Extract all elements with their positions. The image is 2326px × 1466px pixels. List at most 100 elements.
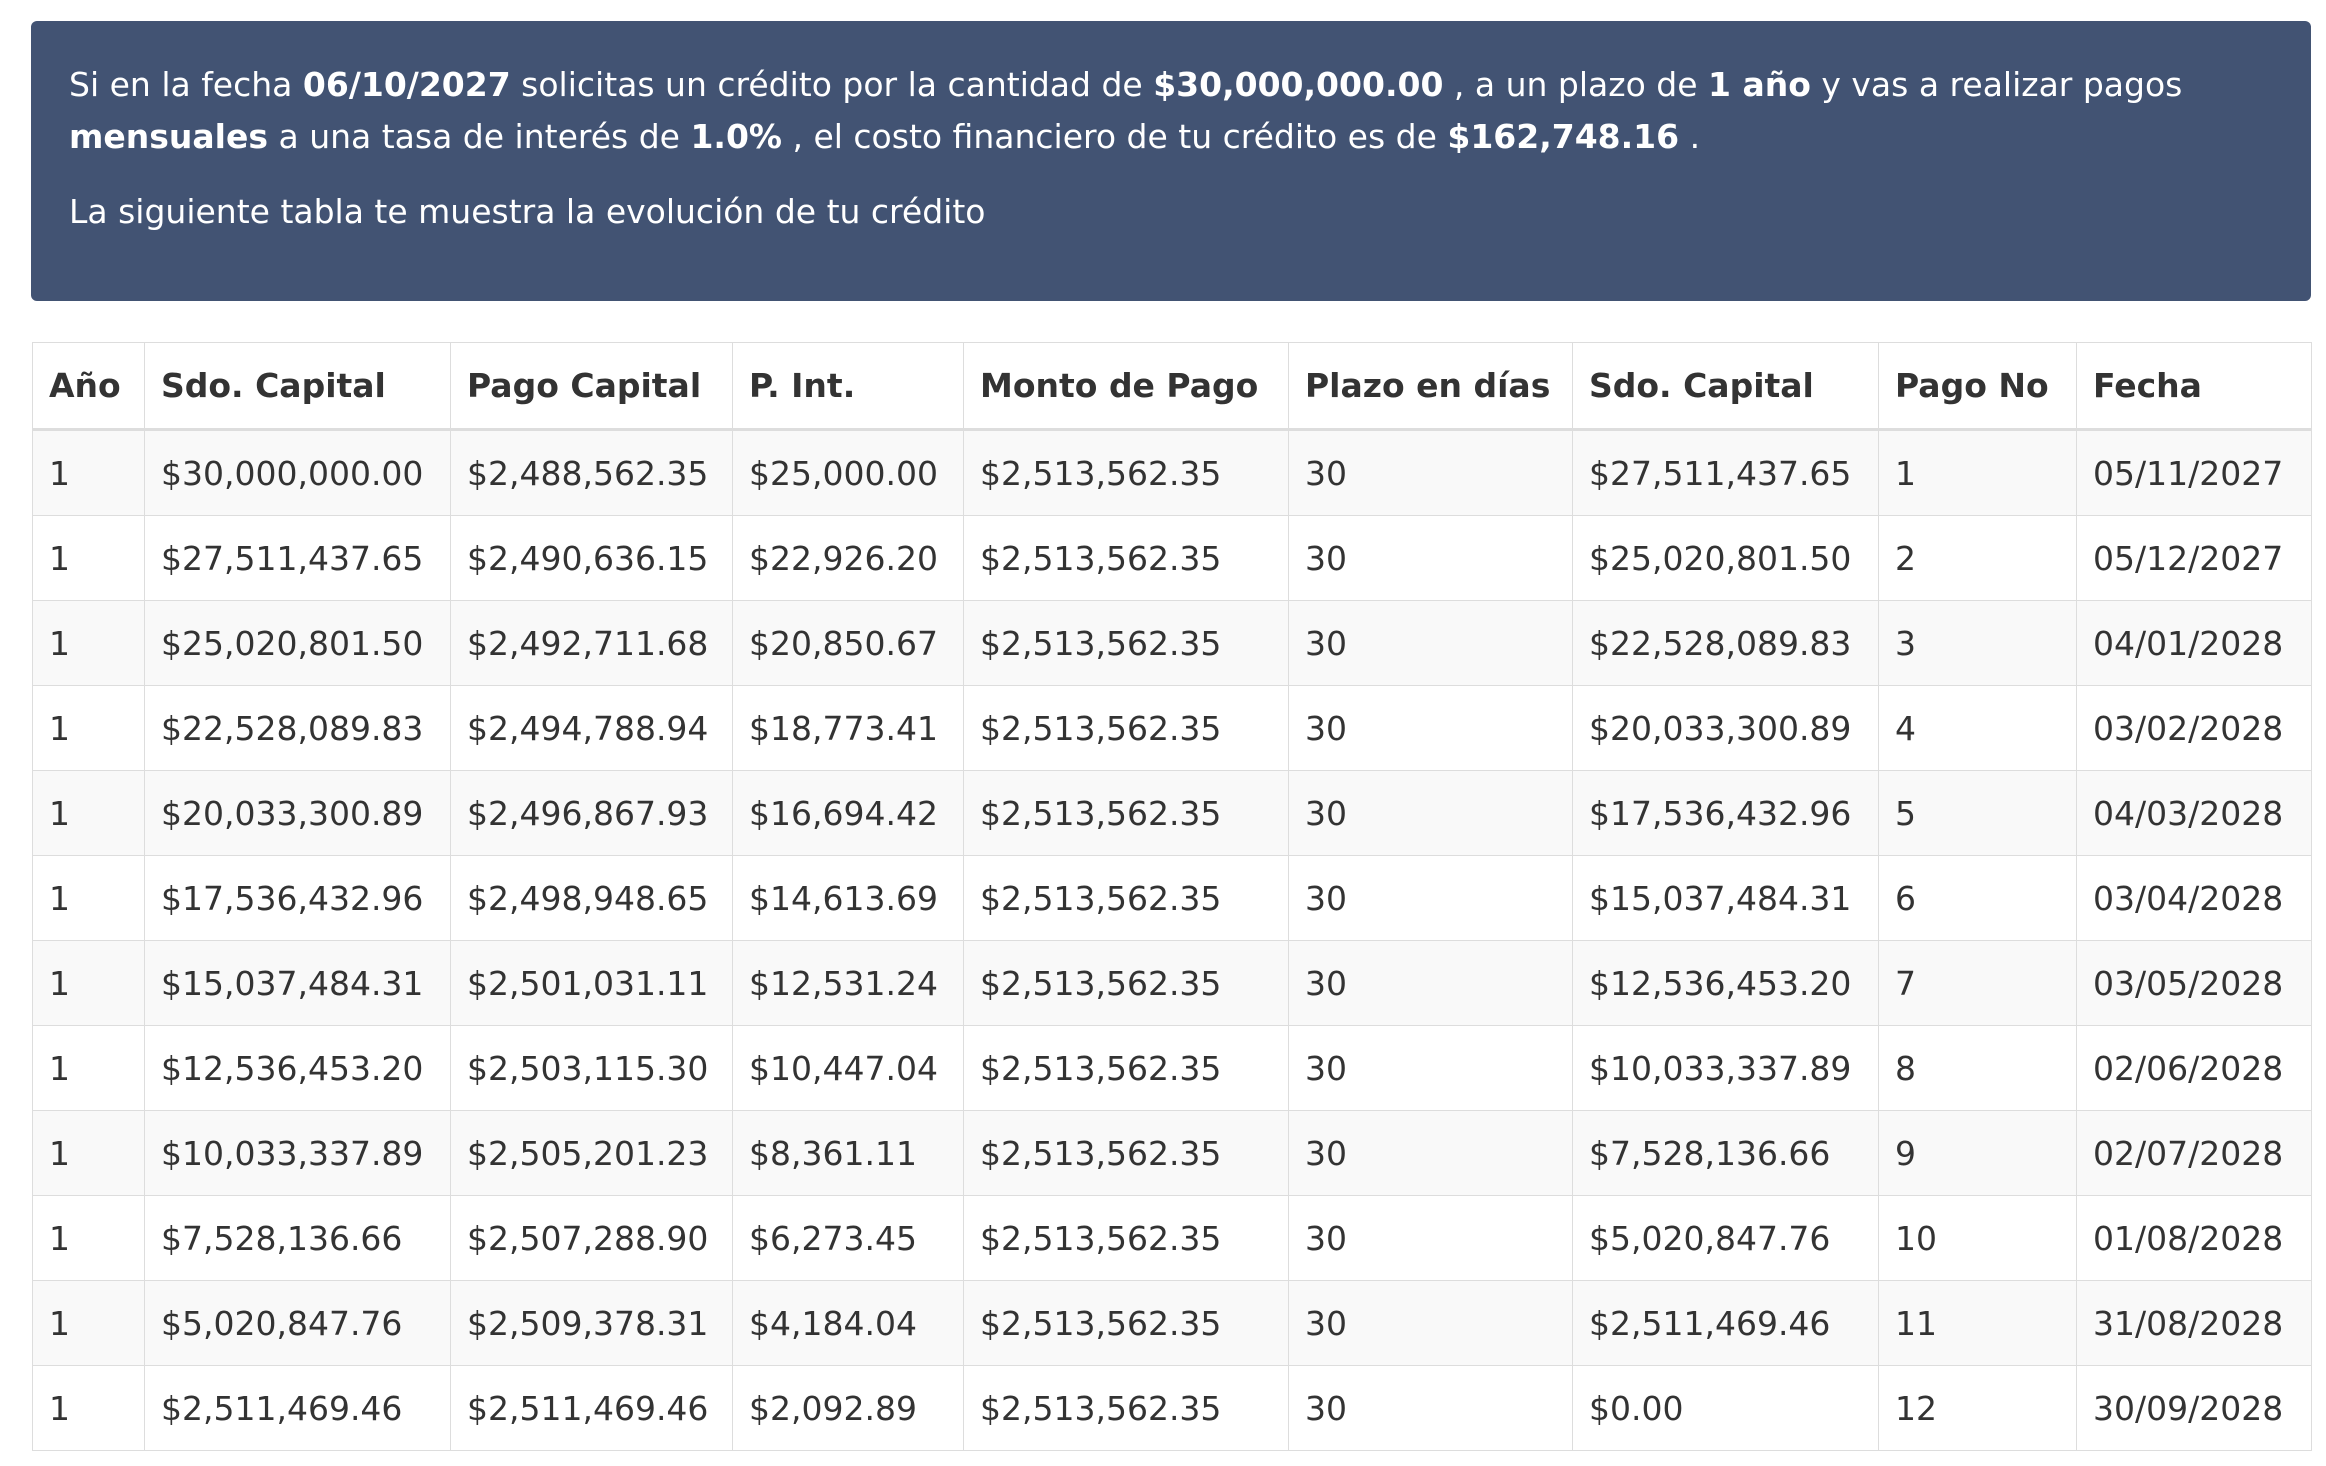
cell-date: 02/06/2028 [2076, 1025, 2312, 1111]
cell-capital-balance: $7,528,136.66 [144, 1195, 451, 1281]
cell-capital-payment: $2,505,201.23 [450, 1110, 733, 1196]
header-capital-balance: Sdo. Capital [144, 342, 451, 431]
table-row: 1 $15,037,484.31 $2,501,031.11 $12,531.24 $2… [32, 940, 2312, 1026]
cell-payment-number: 5 [1878, 770, 2077, 856]
cell-year: 1 [32, 1365, 145, 1451]
amortization-table: Año Sdo. Capital Pago Capital P. Int. Mo… [32, 342, 2312, 1451]
cell-capital-balance: $12,536,453.20 [144, 1025, 451, 1111]
cell-year: 1 [32, 600, 145, 686]
cell-capital-payment: $2,507,288.90 [450, 1195, 733, 1281]
cell-interest: $6,273.45 [732, 1195, 964, 1281]
summary-text-5: a una tasa de interés de [268, 117, 691, 156]
summary-rate: 1.0% [690, 117, 782, 156]
cell-remaining-balance: $25,020,801.50 [1572, 515, 1879, 601]
cell-date: 31/08/2028 [2076, 1280, 2312, 1366]
header-remaining-balance: Sdo. Capital [1572, 342, 1879, 431]
cell-capital-payment: $2,501,031.11 [450, 940, 733, 1026]
cell-capital-payment: $2,511,469.46 [450, 1365, 733, 1451]
cell-capital-payment: $2,509,378.31 [450, 1280, 733, 1366]
cell-year: 1 [32, 1110, 145, 1196]
cell-remaining-balance: $20,033,300.89 [1572, 685, 1879, 771]
table-row: 1 $20,033,300.89 $2,496,867.93 $16,694.42 $2… [32, 770, 2312, 856]
summary-text-3: , a un plazo de [1443, 65, 1708, 104]
cell-interest: $2,092.89 [732, 1365, 964, 1451]
cell-interest: $16,694.42 [732, 770, 964, 856]
cell-remaining-balance: $15,037,484.31 [1572, 855, 1879, 941]
cell-term-days: 30 [1288, 429, 1573, 516]
cell-year: 1 [32, 940, 145, 1026]
cell-date: 03/04/2028 [2076, 855, 2312, 941]
header-date: Fecha [2076, 342, 2312, 431]
cell-payment-amount: $2,513,562.35 [963, 429, 1289, 516]
summary-date: 06/10/2027 [302, 65, 511, 104]
cell-capital-balance: $5,020,847.76 [144, 1280, 451, 1366]
cell-remaining-balance: $17,536,432.96 [1572, 770, 1879, 856]
cell-payment-amount: $2,513,562.35 [963, 1280, 1289, 1366]
table-row: 1 $17,536,432.96 $2,498,948.65 $14,613.69 $2… [32, 855, 2312, 941]
cell-payment-amount: $2,513,562.35 [963, 770, 1289, 856]
cell-capital-balance: $30,000,000.00 [144, 429, 451, 516]
cell-term-days: 30 [1288, 1365, 1573, 1451]
summary-text-4: y vas a realizar pagos [1810, 65, 2183, 104]
header-payment-amount: Monto de Pago [963, 342, 1289, 431]
cell-capital-balance: $10,033,337.89 [144, 1110, 451, 1196]
header-payment-number: Pago No [1878, 342, 2077, 431]
cell-date: 05/12/2027 [2076, 515, 2312, 601]
cell-payment-amount: $2,513,562.35 [963, 1025, 1289, 1111]
cell-payment-amount: $2,513,562.35 [963, 515, 1289, 601]
cell-date: 30/09/2028 [2076, 1365, 2312, 1451]
cell-date: 01/08/2028 [2076, 1195, 2312, 1281]
table-row: 1 $25,020,801.50 $2,492,711.68 $20,850.67 $2… [32, 600, 2312, 686]
cell-term-days: 30 [1288, 1195, 1573, 1281]
cell-payment-amount: $2,513,562.35 [963, 685, 1289, 771]
cell-year: 1 [32, 855, 145, 941]
cell-capital-payment: $2,503,115.30 [450, 1025, 733, 1111]
cell-capital-payment: $2,490,636.15 [450, 515, 733, 601]
header-term-days: Plazo en días [1288, 342, 1573, 431]
cell-capital-balance: $25,020,801.50 [144, 600, 451, 686]
table-header: Año Sdo. Capital Pago Capital P. Int. Mo… [32, 342, 2312, 431]
cell-remaining-balance: $0.00 [1572, 1365, 1879, 1451]
table-row: 1 $5,020,847.76 $2,509,378.31 $4,184.04 $2,5… [32, 1280, 2312, 1366]
cell-capital-payment: $2,488,562.35 [450, 429, 733, 516]
table-row: 1 $12,536,453.20 $2,503,115.30 $10,447.04 $2… [32, 1025, 2312, 1111]
cell-payment-number: 7 [1878, 940, 2077, 1026]
table-row: 1 $30,000,000.00 $2,488,562.35 $25,000.00 $2… [32, 429, 2312, 516]
summary-cost: $162,748.16 [1447, 117, 1680, 156]
cell-date: 03/02/2028 [2076, 685, 2312, 771]
cell-interest: $4,184.04 [732, 1280, 964, 1366]
cell-capital-balance: $17,536,432.96 [144, 855, 451, 941]
cell-capital-payment: $2,498,948.65 [450, 855, 733, 941]
summary-text-2: solicitas un crédito por la cantidad de [510, 65, 1154, 104]
cell-payment-number: 10 [1878, 1195, 2077, 1281]
cell-date: 03/05/2028 [2076, 940, 2312, 1026]
cell-payment-number: 2 [1878, 515, 2077, 601]
header-row: Año Sdo. Capital Pago Capital P. Int. Mo… [32, 342, 2312, 431]
cell-date: 04/01/2028 [2076, 600, 2312, 686]
summary-term: 1 año [1708, 65, 1811, 104]
cell-payment-number: 12 [1878, 1365, 2077, 1451]
summary-frequency: mensuales [69, 117, 268, 156]
summary-text-1: Si en la fecha [69, 65, 303, 104]
table-row: 1 $10,033,337.89 $2,505,201.23 $8,361.11 $2,… [32, 1110, 2312, 1196]
cell-year: 1 [32, 1195, 145, 1281]
cell-remaining-balance: $12,536,453.20 [1572, 940, 1879, 1026]
cell-capital-payment: $2,496,867.93 [450, 770, 733, 856]
cell-year: 1 [32, 1025, 145, 1111]
cell-term-days: 30 [1288, 1025, 1573, 1111]
cell-payment-amount: $2,513,562.35 [963, 600, 1289, 686]
cell-remaining-balance: $5,020,847.76 [1572, 1195, 1879, 1281]
cell-term-days: 30 [1288, 600, 1573, 686]
cell-term-days: 30 [1288, 685, 1573, 771]
summary-amount: $30,000,000.00 [1153, 65, 1444, 104]
cell-payment-amount: $2,513,562.35 [963, 1110, 1289, 1196]
cell-remaining-balance: $10,033,337.89 [1572, 1025, 1879, 1111]
cell-year: 1 [32, 429, 145, 516]
cell-interest: $14,613.69 [732, 855, 964, 941]
cell-term-days: 30 [1288, 1280, 1573, 1366]
cell-term-days: 30 [1288, 515, 1573, 601]
table-row: 1 $27,511,437.65 $2,490,636.15 $22,926.20 $2… [32, 515, 2312, 601]
header-interest: P. Int. [732, 342, 964, 431]
cell-date: 05/11/2027 [2076, 429, 2312, 516]
cell-payment-amount: $2,513,562.35 [963, 1365, 1289, 1451]
